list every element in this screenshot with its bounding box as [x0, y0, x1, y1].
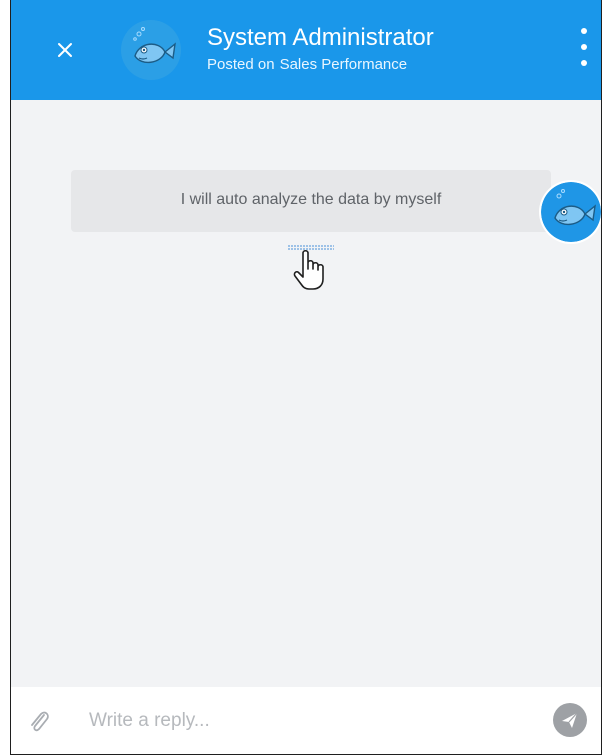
close-button[interactable]: [51, 36, 79, 64]
message-bubble[interactable]: I will auto analyze the data by myself: [71, 170, 551, 232]
message-text: I will auto analyze the data by myself: [180, 191, 442, 208]
attach-button[interactable]: [25, 707, 53, 735]
posted-target: Sales Performance: [279, 56, 408, 73]
posted-on-line: Posted on Sales Performance: [207, 56, 407, 74]
fish-avatar-icon: [541, 182, 601, 242]
hand-pointer-icon: [289, 245, 335, 295]
reply-bar: [11, 687, 601, 754]
comment-header: System Administrator Posted on Sales Perf…: [11, 0, 601, 100]
fish-avatar-icon: [121, 20, 181, 80]
send-button[interactable]: [553, 703, 587, 737]
posted-on-label: Posted on: [207, 56, 275, 73]
message-row: I will auto analyze the data by myself: [11, 170, 601, 290]
author-name: System Administrator: [207, 24, 434, 51]
author-avatar: [121, 20, 181, 80]
close-icon: [58, 43, 72, 57]
reply-input[interactable]: [89, 704, 529, 738]
paperclip-icon: [31, 711, 49, 732]
comment-panel: System Administrator Posted on Sales Perf…: [10, 0, 602, 755]
more-options-button[interactable]: [577, 24, 591, 72]
send-icon: [562, 712, 578, 728]
message-author-avatar: [541, 182, 601, 242]
